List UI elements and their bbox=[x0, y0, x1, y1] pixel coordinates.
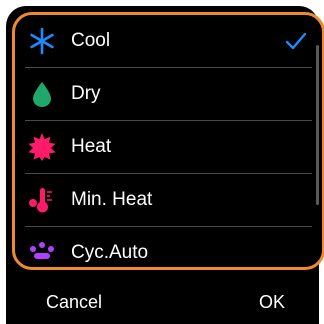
mode-item-label: Dry bbox=[71, 83, 101, 104]
sun-icon bbox=[28, 133, 56, 161]
mode-item-label: Cyc.Auto bbox=[71, 242, 149, 263]
droplet-icon bbox=[28, 80, 56, 108]
mode-item-label: Heat bbox=[71, 136, 112, 157]
mode-item-cool[interactable]: Cool bbox=[15, 15, 322, 67]
mode-item-cyc-auto[interactable]: Cyc.Auto bbox=[15, 227, 322, 267]
mode-dialog: Cool Dry Heat Min. Heat Cyc.Auto Cancel … bbox=[6, 6, 324, 324]
ok-button[interactable]: OK bbox=[259, 290, 285, 314]
thermometer-icon bbox=[28, 186, 56, 214]
cancel-button[interactable]: Cancel bbox=[46, 290, 102, 314]
mode-list[interactable]: Cool Dry Heat Min. Heat Cyc.Auto bbox=[15, 15, 322, 267]
mode-item-label: Min. Heat bbox=[71, 189, 153, 210]
check-icon bbox=[284, 29, 308, 53]
mode-item-min-heat[interactable]: Min. Heat bbox=[15, 174, 322, 226]
auto-icon bbox=[28, 239, 56, 267]
screen: Cool Dry Heat Min. Heat Cyc.Auto Cancel … bbox=[0, 0, 324, 324]
scrollbar[interactable] bbox=[316, 45, 319, 205]
mode-item-dry[interactable]: Dry bbox=[15, 68, 322, 120]
mode-list-focus-frame[interactable]: Cool Dry Heat Min. Heat Cyc.Auto bbox=[12, 12, 324, 270]
snowflake-icon bbox=[28, 27, 56, 55]
mode-item-label: Cool bbox=[71, 30, 111, 51]
mode-item-heat[interactable]: Heat bbox=[15, 121, 322, 173]
